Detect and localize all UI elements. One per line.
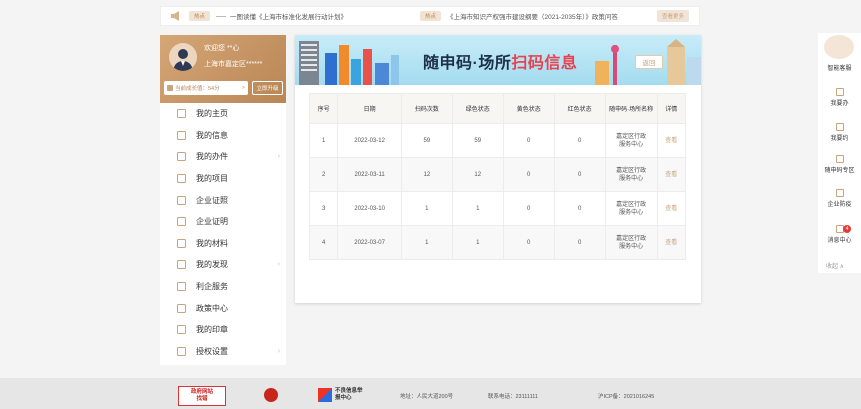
back-button[interactable]: 返回 — [635, 55, 663, 69]
to-do-button[interactable]: 我要办 — [818, 88, 861, 107]
smart-service-button[interactable]: 智能客服 — [818, 63, 861, 72]
sidebar-item[interactable]: 我的项目 — [160, 168, 286, 190]
edit-icon — [835, 88, 844, 96]
right-float-bar: 智能客服 我要办 我要约 随申码专区 企业防疫 消息中心 4 收起 ∧ — [818, 33, 861, 273]
certificate-icon — [177, 217, 186, 227]
sidebar-item[interactable]: 我的发现 › — [160, 254, 286, 276]
license-icon — [177, 195, 186, 205]
avatar-icon — [173, 49, 193, 71]
view-detail-link[interactable]: 查看 — [656, 123, 687, 158]
seal-icon — [177, 325, 186, 335]
col-header: 序号 — [308, 93, 339, 124]
notice-link-1[interactable]: 一图读懂《上海市标准化发展行动计划》 — [230, 11, 420, 21]
message-center-button[interactable]: 消息中心 — [818, 225, 861, 244]
col-header: 扫码次数 — [400, 93, 453, 124]
epidemic-button[interactable]: 企业防疫 — [818, 189, 861, 208]
shield-icon — [835, 189, 844, 197]
table-row: 1 2022-03-12 59 59 0 0 嘉定区行政服务中心 查看 — [308, 123, 687, 158]
settings-icon — [177, 346, 186, 356]
sidebar-item[interactable]: 我的印章 — [160, 319, 286, 341]
chevron-right-icon: > — [241, 85, 245, 91]
collapse-button[interactable]: 收起 ∧ — [826, 261, 844, 270]
user-district: 上海市嘉定区****** — [204, 61, 263, 68]
message-badge: 4 — [843, 225, 851, 233]
sidebar-item[interactable]: 企业证照 — [160, 189, 286, 211]
footer: 政府网站 找错 不良信息举报中心 地址：人民大道200号 联系电话：231111… — [0, 378, 861, 409]
sidebar-item[interactable]: 政策中心 — [160, 297, 286, 319]
list-icon — [177, 152, 186, 162]
table-row: 4 2022-03-07 1 1 0 0 嘉定区行政服务中心 查看 — [308, 225, 687, 260]
avatar — [169, 43, 197, 71]
heart-icon — [177, 282, 186, 292]
footer-address: 地址：人民大道200号 — [400, 394, 454, 400]
col-header: 随申码·场所名称 — [604, 93, 658, 124]
col-header: 红色状态 — [553, 93, 606, 124]
sidebar-item[interactable]: 我的材料 — [160, 233, 286, 255]
sidebar-item[interactable]: 我的办件 › — [160, 146, 286, 168]
table-row: 2 2022-03-11 12 12 0 0 嘉定区行政服务中心 查看 — [308, 157, 687, 192]
report-center-logo[interactable]: 不良信息举报中心 — [318, 388, 363, 402]
home-icon — [177, 109, 186, 119]
greeting: 欢迎您 **心 — [204, 45, 240, 52]
footer-phone: 联系电话：23111111 — [488, 394, 538, 400]
banner-title: 随申码·场所扫码信息 — [423, 55, 578, 72]
megaphone-icon — [171, 11, 179, 21]
chevron-right-icon: › — [277, 261, 280, 269]
suishen-code-button[interactable]: 随申码专区 — [818, 155, 861, 174]
sidebar-item[interactable]: 我的信息 — [160, 125, 286, 147]
calendar-icon — [835, 123, 844, 131]
notice-link-2[interactable]: 《上海市知识产权强市建设纲要（2021-2035年）》政策问答 — [447, 11, 657, 21]
party-emblem-icon[interactable] — [264, 388, 278, 402]
col-header: 黄色状态 — [502, 93, 555, 124]
sidebar-item[interactable]: 我的主页 — [160, 103, 286, 125]
user-icon — [177, 130, 186, 140]
hot-tag: 热点 — [189, 11, 211, 21]
discover-icon — [177, 260, 186, 270]
sidebar: 欢迎您 **心 上海市嘉定区****** 当前成长值：54分 > 立即升级 我的… — [160, 35, 286, 365]
more-button[interactable]: 查看更多 — [656, 10, 689, 22]
view-detail-link[interactable]: 查看 — [656, 157, 687, 192]
sidebar-item[interactable]: 企业证明 — [160, 211, 286, 233]
hot-tag: 热点 — [420, 11, 442, 21]
view-detail-link[interactable]: 查看 — [656, 191, 687, 226]
appointment-button[interactable]: 我要约 — [818, 123, 861, 142]
document-icon — [177, 238, 186, 248]
footer-icp[interactable]: 沪ICP备：2021016245 — [598, 392, 654, 400]
view-detail-link[interactable]: 查看 — [656, 225, 687, 260]
sidebar-menu: 我的主页 我的信息 我的办件 › 我的项目 企业证照 企业证明 我的材料 我的发现… — [160, 103, 286, 362]
scan-records-table: 序号 日期 扫码次数 绿色状态 黄色状态 红色状态 随申码·场所名称 详情 1 … — [308, 93, 687, 260]
chevron-right-icon: › — [277, 153, 280, 161]
scan-info-panel: 随申码·场所扫码信息 返回 序号 日期 扫码次数 绿色状态 黄色状态 红色状态 … — [295, 35, 701, 303]
sidebar-item[interactable]: 授权设置 › — [160, 341, 286, 363]
col-header: 日期 — [337, 93, 402, 124]
col-header: 详情 — [656, 93, 687, 124]
folder-icon — [177, 174, 186, 184]
table-row: 3 2022-03-10 1 1 0 0 嘉定区行政服务中心 查看 — [308, 191, 687, 226]
table-header-row: 序号 日期 扫码次数 绿色状态 黄色状态 红色状态 随申码·场所名称 详情 — [308, 93, 687, 124]
gov-site-error-logo[interactable]: 政府网站 找错 — [178, 386, 226, 406]
banner: 随申码·场所扫码信息 返回 — [295, 35, 701, 85]
sidebar-item[interactable]: 利企服务 — [160, 276, 286, 298]
robot-icon — [824, 35, 854, 59]
growth-value[interactable]: 当前成长值：54分 > — [164, 81, 248, 95]
report-center-icon — [318, 388, 332, 402]
col-header: 绿色状态 — [451, 93, 504, 124]
policy-icon — [177, 303, 186, 313]
growth-icon — [167, 85, 173, 91]
profile-card: 欢迎您 **心 上海市嘉定区****** 当前成长值：54分 > 立即升级 — [160, 35, 286, 103]
notice-bar: 热点 一图读懂《上海市标准化发展行动计划》 热点 《上海市知识产权强市建设纲要（… — [160, 6, 700, 26]
chevron-right-icon: › — [277, 347, 280, 355]
qr-code-icon — [835, 155, 844, 163]
upgrade-button[interactable]: 立即升级 — [252, 81, 283, 95]
